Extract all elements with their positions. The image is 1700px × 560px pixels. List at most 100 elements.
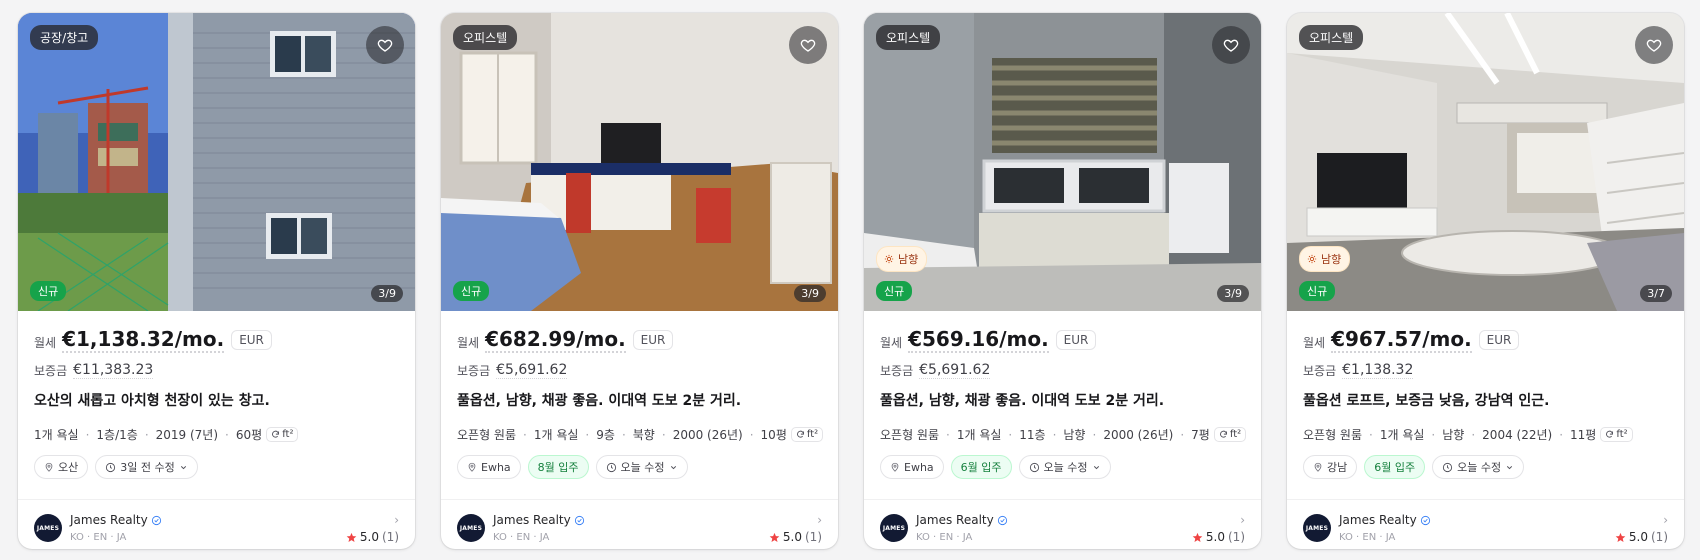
listing-card[interactable]: 오피스텔 신규 3/9 월세 €682.99/mo. EUR 보증금 €5,69…	[441, 13, 838, 549]
chevron-right-icon: ›	[1240, 513, 1245, 527]
new-badge: 신규	[453, 281, 490, 301]
spec-item: 11평	[1570, 428, 1597, 442]
listing-grid: 공장/창고 신규 3/9 월세 €1,138.32/mo. EUR 보증금 €1…	[18, 13, 1684, 549]
photo-count: 3/9	[371, 285, 403, 302]
agent-row[interactable]: JAMES James Realty KO · EN · JA › 5.0 (1…	[34, 513, 399, 547]
refresh-icon	[1606, 430, 1614, 438]
currency-toggle[interactable]: EUR	[632, 330, 674, 350]
heart-icon	[800, 39, 816, 52]
agent-name-text: James Realty	[1339, 513, 1417, 527]
chevron-down-icon	[180, 465, 186, 469]
star-icon	[769, 532, 780, 542]
area-unit-toggle[interactable]: ft²	[1213, 427, 1247, 442]
area-unit-toggle[interactable]: ft²	[1600, 427, 1633, 442]
agent-row[interactable]: JAMES James Realty KO · EN · JA › 5.0 (1…	[880, 513, 1245, 547]
favorite-button[interactable]	[789, 26, 827, 64]
spec-row: 오픈형 원룸 · 1개 욕실 · 9층 · 북향 · 2000 (26년) · 10평 f…	[457, 426, 824, 443]
listing-title[interactable]: 오산의 새롭고 아치형 천장이 있는 창고.	[34, 390, 399, 410]
area-unit-toggle[interactable]: ft²	[266, 427, 299, 442]
updated-label: 오늘 수정	[620, 461, 665, 474]
agent-languages: KO · EN · JA	[1339, 532, 1396, 543]
pin-icon	[1314, 462, 1322, 472]
spec-row: 1개 욕실 · 1층/1층 · 2019 (7년) · 60평 ft²	[34, 426, 399, 443]
spec-item: 2000 (26년)	[672, 428, 743, 442]
location-chip: Ewha	[457, 455, 521, 479]
spec-item: 오픈형 원룸	[1303, 428, 1363, 442]
updated-dropdown[interactable]: 3일 전 수정	[95, 455, 198, 479]
listing-photo[interactable]: 오피스텔 남향 신규 3/7	[1287, 13, 1684, 311]
spec-item: 오픈형 원룸	[880, 428, 940, 442]
spec-item: 10평	[760, 428, 787, 442]
photo-count: 3/7	[1640, 285, 1672, 302]
monthly-price: €569.16/mo.	[908, 327, 1049, 353]
spec-item: 북향	[632, 428, 655, 442]
property-type-badge: 오피스텔	[453, 25, 518, 50]
pin-icon	[468, 462, 476, 472]
heart-icon	[377, 39, 393, 52]
agent-rating: 5.0 (1)	[1615, 530, 1668, 544]
currency-toggle[interactable]: EUR	[231, 330, 272, 350]
listing-card[interactable]: 오피스텔 남향 신규 3/7 월세 €967.57/mo. EUR 보증금 €1…	[1287, 13, 1684, 549]
sun-orientation-badge: 남향	[876, 246, 928, 272]
spec-item: 1개 욕실	[1379, 428, 1425, 442]
avatar: JAMES	[457, 514, 485, 542]
pin-icon	[891, 462, 899, 472]
review-count: (1)	[805, 530, 822, 544]
heart-icon	[1646, 39, 1662, 52]
agent-languages: KO · EN · JA	[70, 532, 127, 543]
agent-rating: 5.0 (1)	[346, 530, 399, 544]
currency-toggle[interactable]: EUR	[1055, 330, 1097, 350]
currency-toggle[interactable]: EUR	[1478, 330, 1520, 350]
agent-name: James Realty	[916, 513, 1008, 527]
listing-title[interactable]: 풀옵션, 남향, 채광 좋음. 이대역 도보 2분 거리.	[880, 390, 1245, 410]
agent-row[interactable]: JAMES James Realty KO · EN · JA › 5.0 (1…	[1303, 513, 1668, 547]
listing-title[interactable]: 풀옵션 로프트, 보증금 낮음, 강남역 인근.	[1303, 390, 1668, 410]
chevron-right-icon: ›	[394, 513, 399, 527]
avatar: JAMES	[34, 514, 62, 542]
agent-name: James Realty	[1339, 513, 1431, 527]
favorite-button[interactable]	[1212, 26, 1250, 64]
updated-dropdown[interactable]: 오늘 수정	[1018, 455, 1111, 479]
listing-photo[interactable]: 오피스텔 신규 3/9	[441, 13, 838, 311]
spec-row: 오픈형 원룸 · 1개 욕실 · 11층 · 남향 · 2000 (26년) · 7평 f…	[880, 426, 1247, 443]
favorite-button[interactable]	[366, 26, 404, 64]
agent-languages: KO · EN · JA	[493, 532, 550, 543]
move-in-chip: 8월 입주	[527, 455, 589, 479]
spec-item: 1개 욕실	[34, 428, 79, 442]
chevron-down-icon	[1093, 465, 1099, 469]
agent-name: James Realty	[70, 513, 162, 527]
spec-item: 60평	[235, 428, 263, 442]
rating-value: 5.0	[359, 530, 379, 544]
sun-label: 남향	[898, 253, 919, 266]
listing-card[interactable]: 공장/창고 신규 3/9 월세 €1,138.32/mo. EUR 보증금 €1…	[18, 13, 415, 549]
listing-card[interactable]: 오피스텔 남향 신규 3/9 월세 €569.16/mo. EUR 보증금 €5…	[864, 13, 1261, 549]
deposit-label: 보증금	[880, 364, 914, 378]
sun-orientation-badge: 남향	[1299, 246, 1351, 272]
location-chip: Ewha	[880, 455, 944, 479]
spec-item: 9층	[596, 428, 615, 442]
chevron-down-icon	[670, 465, 676, 469]
spec-row: 오픈형 원룸 · 1개 욕실 · 남향 · 2004 (22년) · 11평 ft²	[1303, 426, 1668, 443]
photo-count: 3/9	[1217, 285, 1249, 302]
rent-label: 월세	[880, 335, 903, 350]
divider	[864, 499, 1261, 500]
area-unit-toggle[interactable]: ft²	[790, 427, 824, 442]
listing-photo[interactable]: 오피스텔 남향 신규 3/9	[864, 13, 1261, 311]
heart-icon	[1223, 39, 1239, 52]
star-icon	[1615, 532, 1626, 542]
updated-label: 오늘 수정	[1457, 461, 1502, 474]
listing-title[interactable]: 풀옵션, 남향, 채광 좋음. 이대역 도보 2분 거리.	[457, 390, 822, 410]
spec-item: 11층	[1019, 428, 1046, 442]
spec-item: 7평	[1191, 428, 1210, 442]
agent-row[interactable]: JAMES James Realty KO · EN · JA › 5.0 (1…	[457, 513, 822, 547]
agent-name-text: James Realty	[493, 513, 571, 527]
refresh-icon	[272, 430, 280, 438]
spec-item: 1개 욕실	[533, 428, 579, 442]
sun-label: 남향	[1321, 253, 1342, 266]
review-count: (1)	[1651, 530, 1668, 544]
updated-dropdown[interactable]: 오늘 수정	[1432, 455, 1525, 479]
verified-icon	[997, 515, 1007, 525]
updated-dropdown[interactable]: 오늘 수정	[595, 455, 688, 479]
favorite-button[interactable]	[1635, 26, 1673, 64]
listing-photo[interactable]: 공장/창고 신규 3/9	[18, 13, 415, 311]
